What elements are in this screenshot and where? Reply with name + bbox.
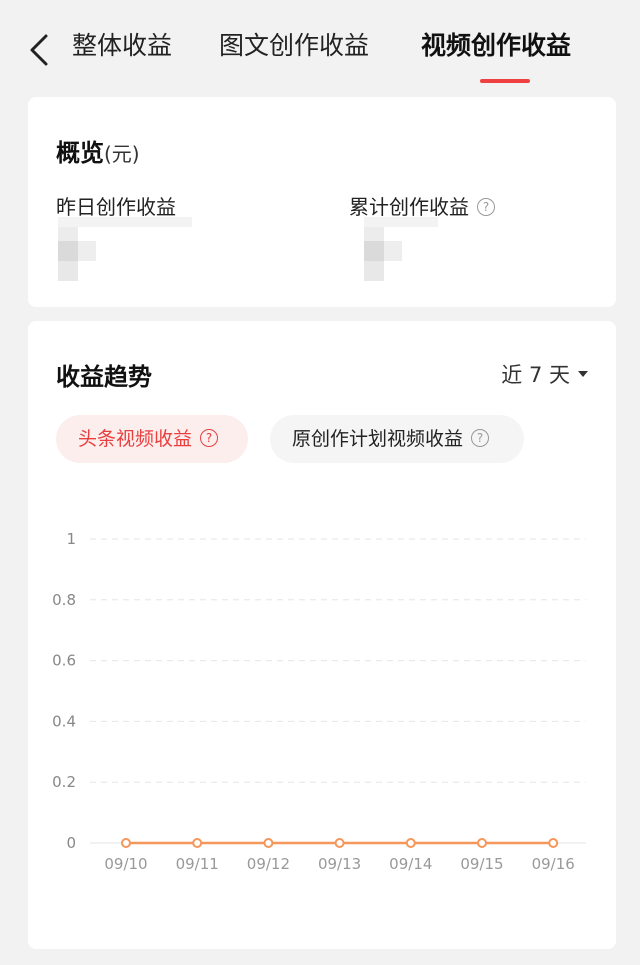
x-tick-label: 09/12: [247, 855, 290, 873]
question-circle-icon[interactable]: ?: [477, 197, 495, 216]
y-tick-label: 0.2: [52, 773, 76, 791]
data-point[interactable]: [263, 838, 274, 848]
overview-unit: (元): [104, 142, 140, 166]
overview-title-text: 概览: [56, 139, 104, 167]
overview-card: 概览(元) 昨日创作收益 累计创作收益?: [28, 97, 616, 307]
data-point[interactable]: [477, 838, 487, 848]
data-point[interactable]: [405, 838, 416, 848]
total-earnings-label-wrap: 累计创作收益?: [349, 191, 495, 220]
x-tick-label: 09/11: [176, 855, 219, 873]
total-earnings-label: 累计创作收益: [349, 195, 469, 219]
tab-article-earnings[interactable]: 图文创作收益: [219, 26, 369, 66]
tab-overall-earnings[interactable]: 整体收益: [72, 26, 172, 66]
earnings-trend-chart: 1 0.8 0.6 0.4 0.2 0 09/10 09/11 09/12 09/13 09/14 0…: [52, 530, 586, 873]
y-tick-label: 0.8: [52, 591, 76, 609]
data-point[interactable]: [334, 838, 345, 848]
y-tick-label: 0.6: [52, 652, 76, 670]
data-point[interactable]: [121, 838, 131, 848]
x-tick-label: 09/15: [460, 855, 503, 873]
overview-title: 概览(元): [56, 133, 140, 168]
x-tick-label: 09/10: [104, 855, 147, 873]
top-tab-bar: 整体收益 图文创作收益 视频创作收益: [0, 0, 640, 92]
x-tick-label: 09/13: [318, 855, 361, 873]
data-point[interactable]: [192, 838, 203, 848]
x-tick-label: 09/14: [389, 855, 432, 873]
y-tick-label: 0.4: [52, 712, 76, 730]
y-tick-label: 1: [66, 530, 76, 548]
y-tick-label: 0: [66, 834, 76, 852]
x-tick-label: 09/16: [532, 855, 575, 873]
tab-video-earnings[interactable]: 视频创作收益: [421, 26, 571, 66]
trend-card: 收益趋势 近 7 天 头条视频收益? 原创作计划视频收益? 1 0.8 0.6 0.4…: [28, 321, 616, 949]
data-point[interactable]: [548, 838, 559, 848]
yesterday-earnings-label: 昨日创作收益: [56, 195, 176, 219]
chevron-left-icon[interactable]: [22, 30, 62, 70]
active-tab-indicator: [480, 79, 530, 83]
